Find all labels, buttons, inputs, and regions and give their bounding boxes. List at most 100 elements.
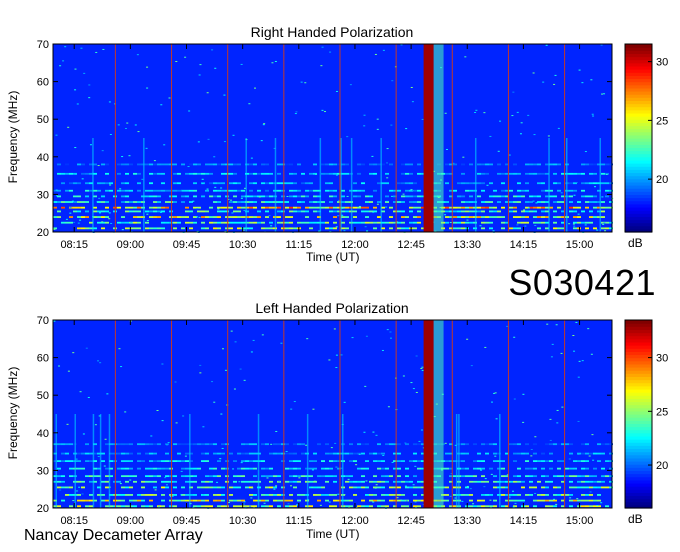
speckle [405, 128, 408, 130]
rfi-band-segment [345, 505, 349, 508]
rfi-band-segment [333, 189, 337, 192]
speckle [161, 420, 164, 422]
speckle [534, 492, 537, 494]
rfi-band-segment [101, 460, 105, 462]
rfi-band-segment [321, 163, 325, 166]
speckle [95, 51, 98, 53]
rfi-band-segment [277, 443, 281, 446]
speckle [371, 155, 374, 157]
speckle [298, 477, 301, 479]
rfi-band-segment [125, 201, 129, 203]
rfi-band-segment [537, 195, 541, 198]
rfi-band-segment [597, 452, 601, 455]
speckle [231, 212, 234, 214]
speckle [578, 360, 581, 362]
rfi-band-segment [329, 505, 333, 508]
rfi-band-segment [513, 227, 517, 230]
rfi-band-segment [149, 452, 153, 455]
rfi-band-segment [525, 172, 529, 175]
rfi-band-segment [581, 163, 585, 166]
rfi-band-segment [525, 189, 529, 192]
rfi-band-segment [65, 443, 69, 446]
rfi-band-segment [133, 505, 137, 508]
rfi-band-segment [533, 452, 537, 455]
speckle [489, 499, 492, 501]
speckle [199, 364, 202, 366]
speckle [374, 487, 377, 489]
rfi-band-segment [589, 480, 593, 483]
rfi-band-segment [145, 505, 149, 508]
rfi-band-segment [289, 452, 293, 455]
rfi-band-segment [305, 216, 309, 218]
rfi-band-segment [121, 460, 125, 462]
rfi-band-segment [597, 494, 601, 496]
speckle [64, 46, 67, 48]
rfi-band-segment [329, 163, 333, 166]
speckle [520, 122, 523, 124]
rfi-band-segment [385, 195, 389, 198]
rfi-band-segment [85, 172, 89, 175]
y-tick-label: 20 [37, 227, 49, 239]
rfi-band-segment [129, 189, 133, 192]
rfi-band-segment [445, 486, 449, 489]
rfi-band-segment [265, 494, 269, 496]
rfi-band-segment [357, 172, 361, 175]
rfi-band-segment [209, 505, 213, 508]
rfi-band-segment [605, 486, 609, 489]
rfi-band-segment [477, 182, 481, 185]
rfi-band-segment [289, 172, 293, 175]
rfi-band-segment [397, 467, 401, 470]
rfi-band-segment [229, 172, 233, 175]
rfi-band-segment [461, 460, 465, 462]
rfi-band-segment [301, 182, 305, 185]
rfi-band-segment [589, 475, 593, 478]
rfi-band-segment [557, 486, 561, 489]
rfi-band-segment [605, 443, 609, 446]
rfi-band-segment [189, 189, 193, 192]
rfi-band-segment [353, 195, 357, 198]
rfi-band-segment [261, 163, 265, 166]
rfi-band-segment [149, 505, 153, 508]
rfi-band-segment [469, 182, 473, 185]
speckle [445, 148, 448, 150]
speckle [240, 197, 243, 199]
rfi-band-segment [237, 221, 241, 224]
rfi-band-segment [409, 182, 413, 185]
rfi-band-segment [405, 195, 409, 198]
speckle [109, 133, 112, 135]
rfi-band-segment [169, 475, 173, 478]
speckle [556, 409, 559, 411]
rfi-band-segment [305, 221, 309, 224]
rfi-band-segment [293, 505, 297, 508]
rfi-band-segment [61, 460, 65, 462]
rfi-band-segment [201, 486, 205, 489]
rfi-band-segment [153, 460, 157, 462]
speckle [74, 147, 77, 149]
rfi-band-segment [461, 216, 465, 218]
x-tick-label: 13:30 [453, 239, 481, 251]
rfi-band-segment [85, 443, 89, 446]
speckle [600, 502, 603, 504]
rfi-band-segment [377, 221, 381, 224]
speckle [238, 481, 241, 483]
rfi-band-segment [517, 221, 521, 224]
rfi-band-segment [401, 201, 405, 203]
rfi-band-segment [177, 443, 181, 446]
rfi-band-segment [385, 467, 389, 470]
rfi-band-segment [533, 221, 537, 224]
speckle [560, 352, 563, 354]
speckle [372, 431, 375, 433]
rfi-band-segment [533, 172, 537, 175]
rfi-band-segment [277, 452, 281, 455]
rfi-band-segment [509, 494, 513, 496]
rfi-band-segment [209, 480, 213, 483]
rfi-band-segment [377, 505, 381, 508]
rfi-band-segment [129, 499, 133, 502]
rfi-band-segment [245, 480, 249, 483]
rfi-band-segment [565, 443, 569, 446]
rfi-band-segment [513, 443, 517, 446]
rfi-band-segment [553, 499, 557, 502]
speckle [421, 366, 424, 368]
rfi-band-segment [533, 210, 537, 213]
rfi-band-segment [553, 227, 557, 230]
